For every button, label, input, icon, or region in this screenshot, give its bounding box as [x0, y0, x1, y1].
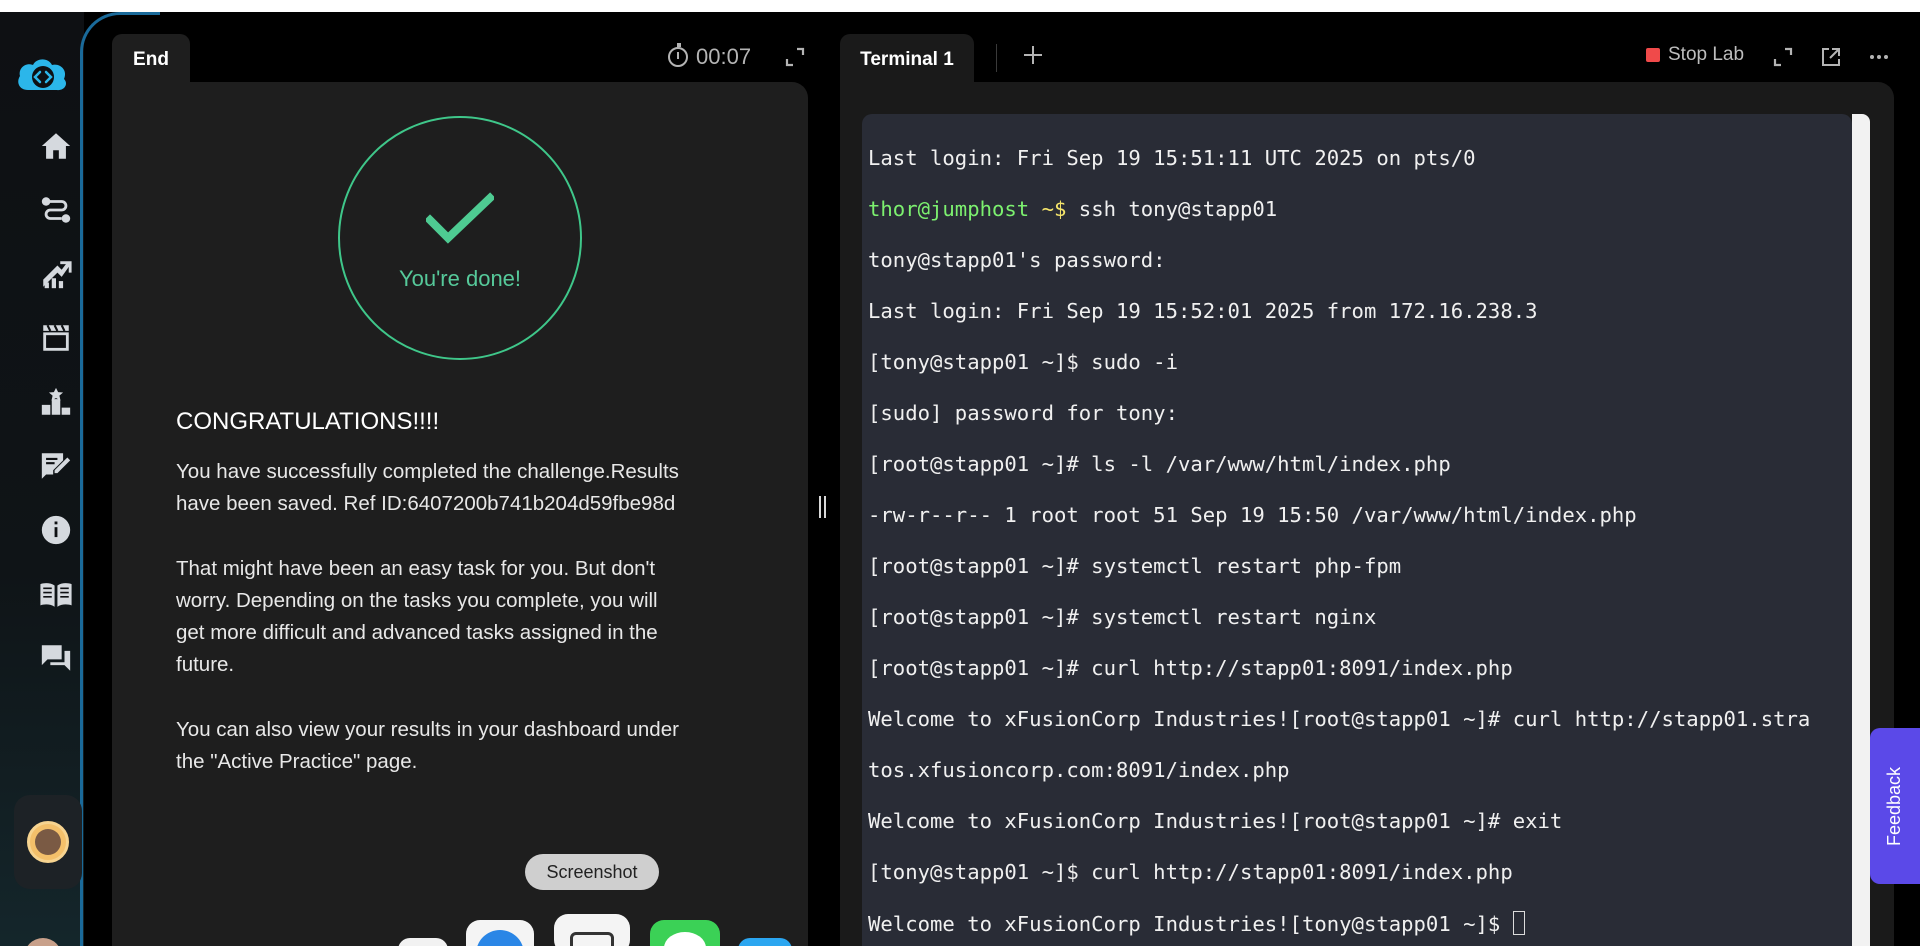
terminal-line: Last login: Fri Sep 19 15:51:11 UTC 2025…	[868, 145, 1476, 170]
para1-line1: You have successfully completed the chal…	[176, 460, 679, 483]
clapperboard-icon[interactable]	[38, 320, 74, 356]
cloud-logo-icon[interactable]	[14, 54, 70, 96]
open-external-icon[interactable]	[1820, 46, 1842, 68]
dock-app-icon[interactable]	[398, 938, 448, 946]
feedback-label: Feedback	[1884, 766, 1905, 846]
stop-lab-button[interactable]: Stop Lab	[1646, 44, 1744, 66]
screenshot-app-icon[interactable]	[554, 914, 630, 946]
terminal-line: [root@stapp01 ~]# curl http://stapp01:80…	[868, 655, 1513, 680]
terminal-output: Last login: Fri Sep 19 15:51:11 UTC 2025…	[868, 120, 1848, 946]
terminal-line: [tony@stapp01 ~]$ curl http://stapp01:80…	[868, 859, 1513, 884]
para1-line2: have been saved. Ref ID:6407200b741b204d…	[176, 492, 676, 515]
growth-icon[interactable]	[38, 256, 74, 292]
home-icon[interactable]	[38, 128, 74, 164]
terminal-line: Welcome to xFusionCorp Industries![root@…	[868, 706, 1811, 731]
terminal-line: -rw-r--r-- 1 root root 51 Sep 19 15:50 /…	[868, 502, 1637, 527]
terminal-line: thor@jumphost ~$ ssh tony@stapp01	[868, 197, 1848, 223]
prompt-command: ssh tony@stapp01	[1066, 196, 1278, 221]
para3-line1: You can also view your results in your d…	[176, 718, 679, 741]
para2-line1: That might have been an easy task for yo…	[176, 557, 656, 580]
terminal-line: Last login: Fri Sep 19 15:52:01 2025 fro…	[868, 298, 1538, 323]
para2-line4: future.	[176, 653, 235, 676]
tab-end[interactable]: End	[112, 34, 190, 86]
congrats-heading: CONGRATULATIONS!!!!	[176, 408, 440, 435]
terminal-line: tony@stapp01's password:	[868, 247, 1166, 272]
forum-icon[interactable]	[38, 640, 74, 676]
expand-icon[interactable]	[784, 46, 806, 68]
prompt-path: ~$	[1029, 196, 1067, 221]
terminal-line: [root@stapp01 ~]# ls -l /var/www/html/in…	[868, 451, 1451, 476]
window-top-strip	[0, 0, 1920, 12]
stop-lab-label: Stop Lab	[1668, 44, 1745, 65]
user-avatar[interactable]	[27, 821, 69, 863]
result-paragraph-3: You can also view your results in your d…	[176, 714, 746, 778]
terminal-line: [tony@stapp01 ~]$ sudo -i	[868, 349, 1178, 374]
result-paragraph-1: You have successfully completed the chal…	[176, 456, 746, 520]
prompt-user: thor@jumphost	[868, 196, 1030, 221]
user-avatar-container[interactable]	[14, 795, 82, 889]
feedback-button[interactable]: Feedback	[1870, 728, 1920, 884]
dock-tooltip: Screenshot	[525, 854, 659, 890]
stopwatch-icon	[668, 43, 688, 67]
terminal-line: tos.xfusioncorp.com:8091/index.php	[868, 757, 1290, 782]
timer-value: 00:07	[696, 44, 752, 69]
leaderboard-icon[interactable]	[38, 384, 74, 420]
messages-icon[interactable]	[650, 920, 720, 946]
result-paragraph-2: That might have been an easy task for yo…	[176, 553, 746, 681]
terminal-last-line: Welcome to xFusionCorp Industries![tony@…	[868, 911, 1513, 936]
terminal-line: [root@stapp01 ~]# systemctl restart php-…	[868, 553, 1402, 578]
para2-line2: worry. Depending on the tasks you comple…	[176, 589, 658, 612]
sidebar	[0, 12, 84, 946]
plus-icon[interactable]	[1022, 44, 1044, 66]
checkmark-icon	[426, 192, 494, 244]
timer: 00:07	[668, 43, 752, 70]
terminal-line: Welcome to xFusionCorp Industries![tony@…	[868, 910, 1848, 938]
done-text: You're done!	[398, 266, 522, 291]
para2-line3: get more difficult and advanced tasks as…	[176, 621, 658, 644]
stop-icon	[1646, 48, 1660, 62]
safari-icon[interactable]	[466, 920, 534, 946]
profile-avatar[interactable]	[24, 938, 62, 946]
tab-terminal-1[interactable]: Terminal 1	[840, 34, 974, 86]
terminal-line: [root@stapp01 ~]# systemctl restart ngin…	[868, 604, 1377, 629]
book-icon[interactable]	[38, 576, 74, 612]
dock-app-icon[interactable]	[738, 938, 792, 946]
tab-divider	[996, 44, 997, 72]
info-icon[interactable]	[38, 512, 74, 548]
para3-line2: the "Active Practice" page.	[176, 750, 418, 773]
terminal-line: Welcome to xFusionCorp Industries![root@…	[868, 808, 1563, 833]
terminal-scrollbar[interactable]	[1852, 114, 1870, 946]
expand-icon[interactable]	[1772, 46, 1794, 68]
panel-splitter[interactable]	[818, 496, 828, 518]
terminal-cursor	[1512, 910, 1525, 935]
edit-note-icon[interactable]	[38, 448, 74, 484]
more-options-icon[interactable]	[1868, 46, 1890, 68]
terminal-line: [sudo] password for tony:	[868, 400, 1178, 425]
path-icon[interactable]	[38, 192, 74, 228]
